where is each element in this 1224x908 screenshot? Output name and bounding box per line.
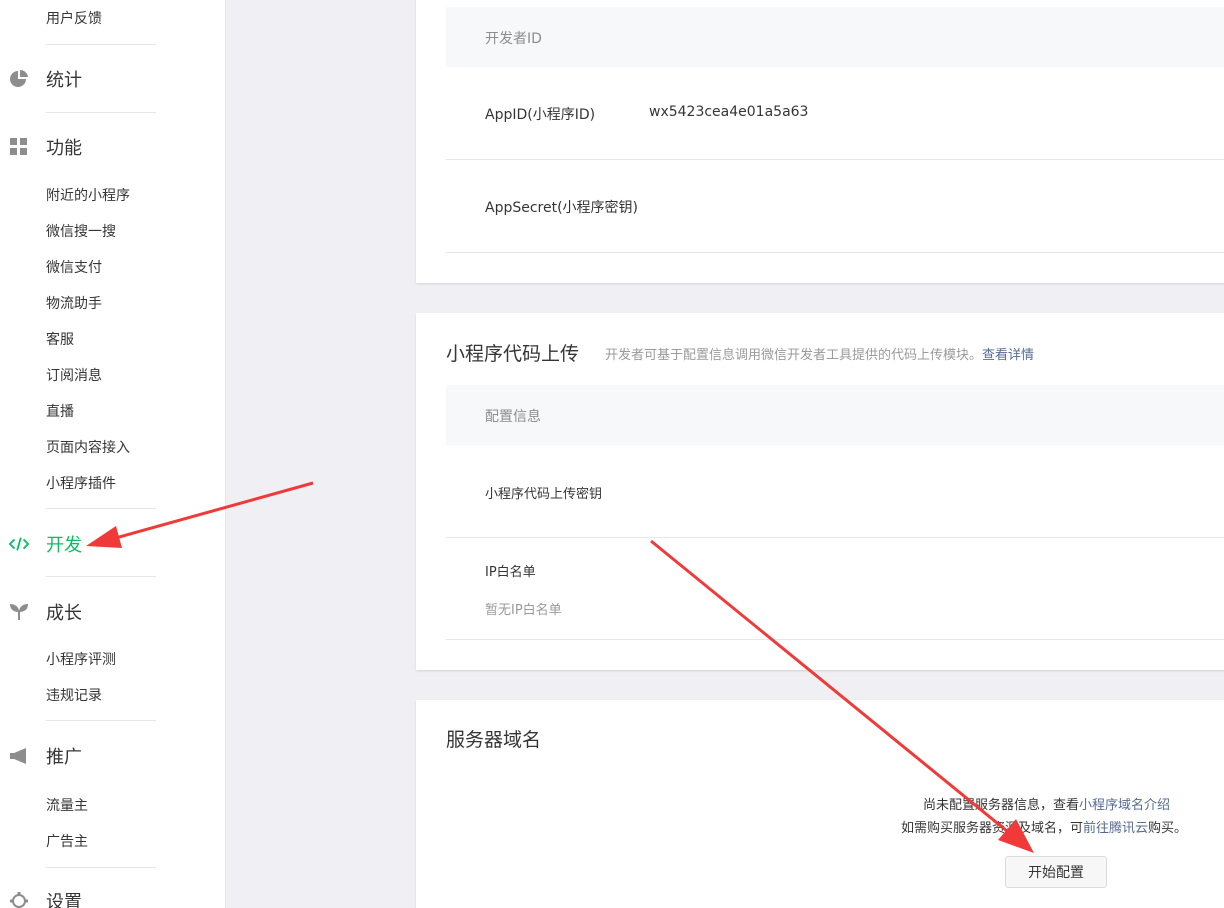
sidebar-promote-label: 推广 xyxy=(46,747,82,768)
megaphone-icon xyxy=(9,746,29,766)
config-info-header: 配置信息 xyxy=(446,385,1224,445)
developer-id-header-label: 开发者ID xyxy=(485,31,542,47)
sidebar: 用户反馈 统计 功能 附近的小程序 微信搜一搜 微信支付 物流助手 客服 订阅消… xyxy=(0,0,226,908)
sidebar-item-evaluation[interactable]: 小程序评测 xyxy=(46,652,116,668)
upload-key-label: 小程序代码上传密钥 xyxy=(485,487,603,502)
sidebar-stats-label: 统计 xyxy=(46,70,82,91)
sidebar-section-promote[interactable]: 推广 xyxy=(0,741,200,771)
server-domain-info-text2: 如需购买服务器资源及域名，可 xyxy=(901,821,1084,836)
pie-chart-icon xyxy=(9,69,29,89)
sidebar-settings-label: 设置 xyxy=(46,892,82,908)
sidebar-item-live[interactable]: 直播 xyxy=(46,404,74,420)
server-domain-info-text1: 尚未配置服务器信息，查看 xyxy=(923,798,1080,813)
sidebar-divider xyxy=(46,508,156,509)
developer-id-header: 开发者ID xyxy=(446,7,1224,67)
sprout-icon xyxy=(9,602,29,622)
server-domain-info-tail: 购买。 xyxy=(1148,821,1188,836)
sidebar-section-growth[interactable]: 成长 xyxy=(0,597,200,627)
sidebar-divider xyxy=(46,720,156,721)
ip-whitelist-label: IP白名单 xyxy=(485,565,536,580)
sidebar-divider xyxy=(46,576,156,577)
developer-id-card: 开发者ID AppID(小程序ID) wx5423cea4e01a5a63 Ap… xyxy=(416,0,1224,283)
appid-label: AppID(小程序ID) xyxy=(485,107,596,123)
row-divider xyxy=(446,252,1224,253)
code-icon xyxy=(9,534,29,554)
view-details-link[interactable]: 查看详情 xyxy=(982,348,1034,363)
sidebar-item-logistics[interactable]: 物流助手 xyxy=(46,296,102,312)
tencent-cloud-link[interactable]: 前往腾讯云 xyxy=(1083,821,1148,836)
sidebar-item-customer-service[interactable]: 客服 xyxy=(46,332,74,348)
server-domain-info-line1: 尚未配置服务器信息，查看小程序域名介绍 xyxy=(923,794,1170,813)
appid-value: wx5423cea4e01a5a63 xyxy=(649,104,809,120)
sidebar-divider xyxy=(46,44,156,45)
sidebar-item-advertiser[interactable]: 广告主 xyxy=(46,834,88,850)
sidebar-item-nearby-miniprogram[interactable]: 附近的小程序 xyxy=(46,188,130,204)
row-divider xyxy=(446,159,1224,160)
sidebar-item-plugins[interactable]: 小程序插件 xyxy=(46,476,116,492)
sidebar-item-page-content[interactable]: 页面内容接入 xyxy=(46,440,130,456)
sidebar-divider xyxy=(46,112,156,113)
sidebar-section-stats[interactable]: 统计 xyxy=(0,64,200,94)
server-domain-info-line2: 如需购买服务器资源及域名，可前往腾讯云购买。 xyxy=(901,817,1187,836)
sidebar-growth-label: 成长 xyxy=(46,603,82,624)
sidebar-item-traffic-owner[interactable]: 流量主 xyxy=(46,798,88,814)
sidebar-item-subscribe-message[interactable]: 订阅消息 xyxy=(46,368,102,384)
grid-icon xyxy=(9,137,29,157)
sidebar-section-features[interactable]: 功能 xyxy=(0,132,200,162)
sidebar-item-user-feedback[interactable]: 用户反馈 xyxy=(46,11,102,27)
code-upload-title: 小程序代码上传 xyxy=(446,343,580,365)
code-upload-card: 小程序代码上传 开发者可基于配置信息调用微信开发者工具提供的代码上传模块。查看详… xyxy=(416,313,1224,670)
gear-icon xyxy=(9,891,29,908)
sidebar-item-wechat-search[interactable]: 微信搜一搜 xyxy=(46,224,116,240)
config-info-header-label: 配置信息 xyxy=(485,409,541,425)
row-divider xyxy=(446,639,1224,640)
code-upload-description: 开发者可基于配置信息调用微信开发者工具提供的代码上传模块。查看详情 xyxy=(605,344,1034,363)
appsecret-label: AppSecret(小程序密钥) xyxy=(485,200,639,216)
sidebar-section-settings[interactable]: 设置 xyxy=(0,886,200,908)
server-domain-card: 服务器域名 尚未配置服务器信息，查看小程序域名介绍 如需购买服务器资源及域名，可… xyxy=(416,700,1224,908)
sidebar-develop-label: 开发 xyxy=(46,535,82,556)
row-divider xyxy=(446,537,1224,538)
sidebar-item-violation-records[interactable]: 违规记录 xyxy=(46,688,102,704)
domain-intro-link[interactable]: 小程序域名介绍 xyxy=(1079,798,1170,813)
server-domain-title: 服务器域名 xyxy=(446,729,542,751)
code-upload-desc-text: 开发者可基于配置信息调用微信开发者工具提供的代码上传模块。 xyxy=(605,348,983,363)
sidebar-item-wechat-pay[interactable]: 微信支付 xyxy=(46,260,102,276)
sidebar-features-label: 功能 xyxy=(46,138,82,159)
ip-whitelist-empty: 暂无IP白名单 xyxy=(485,603,562,618)
sidebar-divider xyxy=(46,867,156,868)
sidebar-section-develop[interactable]: 开发 xyxy=(0,529,200,559)
start-config-button[interactable]: 开始配置 xyxy=(1005,856,1107,888)
